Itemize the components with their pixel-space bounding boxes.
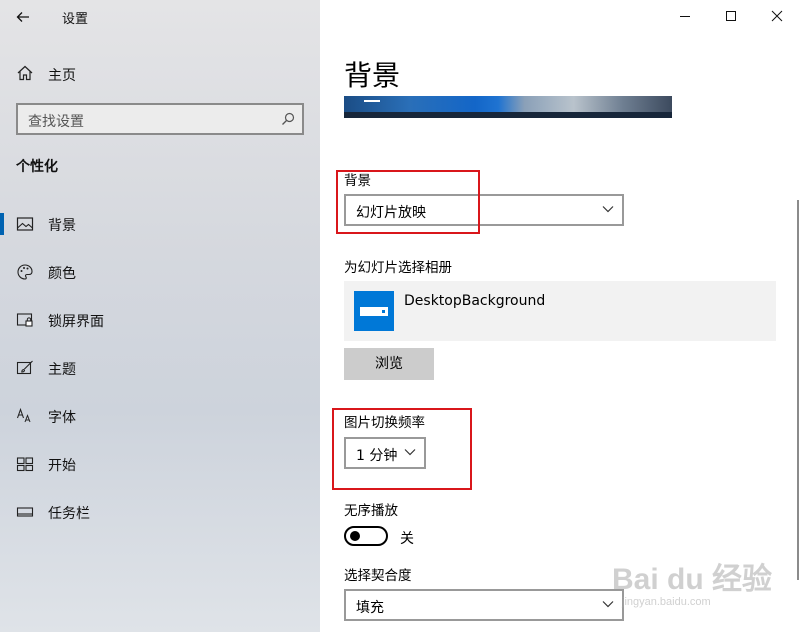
sidebar-item-label: 主页 [48,68,76,84]
sidebar-item-background[interactable]: 背景 [0,206,320,242]
sidebar-item-label: 锁屏界面 [48,314,104,330]
page-title: 背景 [344,59,401,92]
fit-label: 选择契合度 [344,568,412,584]
search-settings-input[interactable]: 查找设置 [16,103,304,135]
settings-content: 背景 背景 幻灯片放映 为幻灯片选择相册 DesktopBackground 浏… [320,0,800,632]
sidebar-item-colors[interactable]: 颜色 [0,254,320,290]
lock-screen-icon [16,313,33,327]
shuffle-state-text: 关 [400,531,414,547]
maximize-icon [726,11,736,21]
fit-dropdown[interactable]: 填充 [344,589,624,621]
preview-taskbar [344,112,672,118]
sidebar-item-taskbar[interactable]: 任务栏 [0,494,320,530]
back-button[interactable] [10,6,36,28]
background-preview-image [344,96,672,118]
sidebar-item-lock-screen[interactable]: 锁屏界面 [0,302,320,338]
sidebar-item-start[interactable]: 开始 [0,446,320,482]
highlight-box-frequency [332,408,472,490]
browse-button[interactable]: 浏览 [344,348,434,380]
font-icon [16,407,31,423]
highlight-box-background [336,170,480,234]
baidu-watermark: Bai du 经验 jingyan.baidu.com [612,540,772,620]
album-name: DesktopBackground [404,293,546,309]
toggle-knob [350,531,360,541]
back-arrow-icon [16,12,29,22]
folder-icon [354,291,394,331]
palette-icon [17,264,33,280]
sidebar-item-label: 颜色 [48,266,76,282]
minimize-button[interactable] [662,0,708,32]
album-label: 为幻灯片选择相册 [344,260,452,276]
settings-sidebar: 设置 主页 查找设置 个性化 背景 颜色 锁屏界面 主题 字体 开始 任务栏 [0,0,320,632]
sidebar-item-themes[interactable]: 主题 [0,350,320,386]
picture-icon [16,217,34,231]
sidebar-item-label: 任务栏 [48,506,90,522]
watermark-url: jingyan.baidu.com [622,596,711,608]
watermark-text: Bai du 经验 [612,563,773,596]
fit-value: 填充 [356,600,384,616]
app-title: 设置 [62,12,89,27]
taskbar-icon [16,507,34,517]
sidebar-item-label: 主题 [48,362,76,378]
maximize-button[interactable] [708,0,754,32]
shuffle-toggle[interactable] [344,526,388,546]
close-button[interactable] [754,0,800,32]
search-placeholder: 查找设置 [28,114,84,130]
vertical-scrollbar[interactable] [797,200,799,580]
home-icon [17,65,33,81]
album-item[interactable]: DesktopBackground [344,281,776,341]
sidebar-item-home[interactable]: 主页 [0,58,320,90]
close-icon [771,10,783,22]
theme-brush-icon [16,360,33,375]
minimize-icon [680,16,690,17]
chevron-down-icon [602,206,614,213]
sidebar-item-label: 字体 [48,410,76,426]
sidebar-titlebar: 设置 [0,0,320,34]
sidebar-item-label: 背景 [48,218,76,234]
selection-indicator [0,213,4,235]
search-icon[interactable] [281,112,295,126]
section-title-personalization: 个性化 [16,159,58,175]
sidebar-item-fonts[interactable]: 字体 [0,398,320,434]
start-grid-icon [16,457,34,472]
shuffle-label: 无序播放 [344,503,398,519]
sidebar-item-label: 开始 [48,458,76,474]
preview-window-tile [364,100,380,102]
